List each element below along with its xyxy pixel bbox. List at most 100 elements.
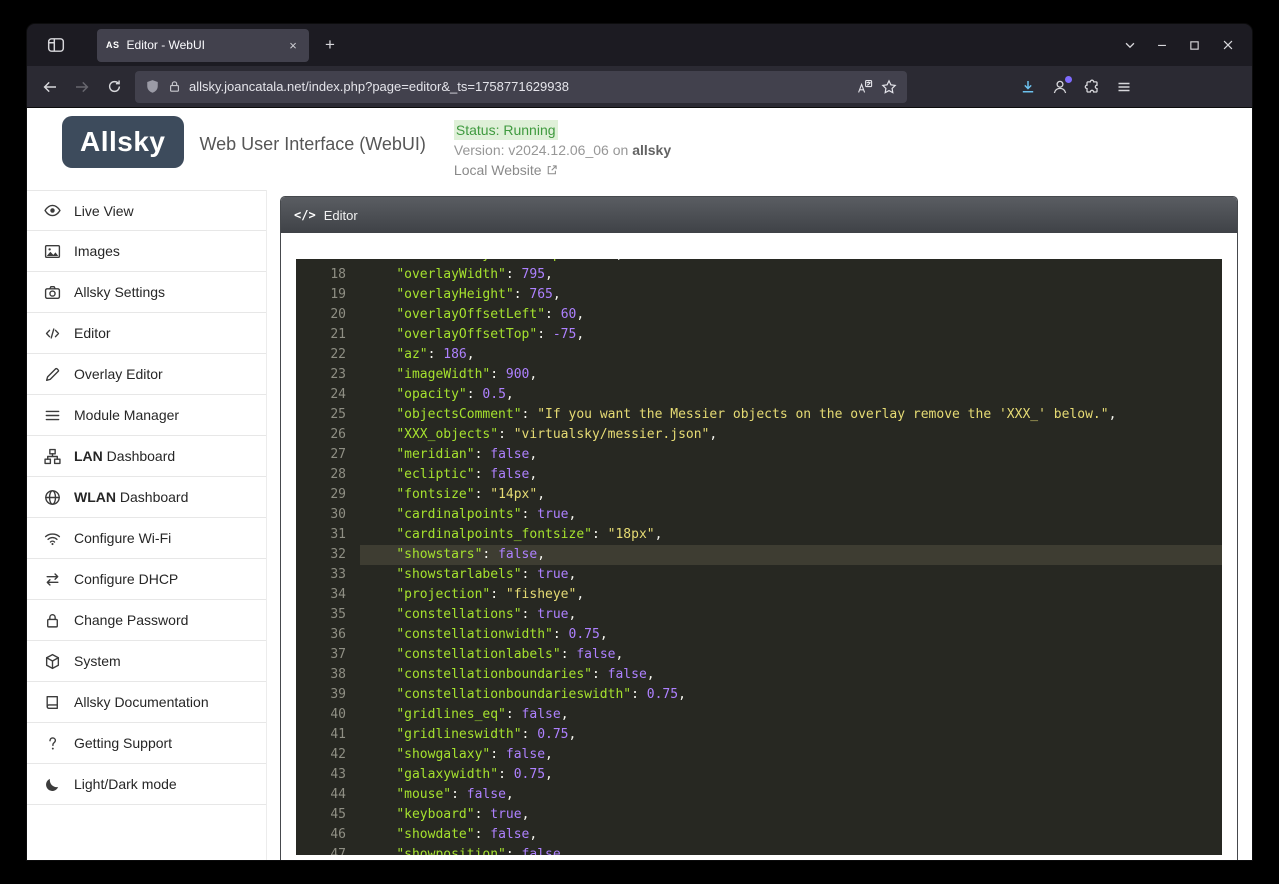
sidebar-item-editor[interactable]: Editor xyxy=(27,313,266,354)
sidebar-item-configure-wi-fi[interactable]: Configure Wi-Fi xyxy=(27,518,266,559)
version-on: on xyxy=(613,142,629,158)
tab-close-icon[interactable]: × xyxy=(284,36,302,54)
sidebar-item-label: Change Password xyxy=(74,612,188,628)
code-line-37[interactable]: 37 "constellationlabels": false, xyxy=(296,645,1222,665)
sidebar-item-light-dark-mode[interactable]: Light/Dark mode xyxy=(27,764,266,805)
code-line-45[interactable]: 45 "keyboard": true, xyxy=(296,805,1222,825)
sidebar-item-change-password[interactable]: Change Password xyxy=(27,600,266,641)
code-icon: </> xyxy=(294,208,316,222)
sidebar-item-label: Live View xyxy=(74,203,134,219)
code-editor[interactable]: 17 "showOverlayAtStartup": true,18 "over… xyxy=(296,259,1222,855)
code-text: "objectsComment": "If you want the Messi… xyxy=(360,405,1222,425)
sidebar: Live View ImagesAllsky Settings Editor Over… xyxy=(27,190,267,860)
code-line-43[interactable]: 43 "galaxywidth": 0.75, xyxy=(296,765,1222,785)
code-line-33[interactable]: 33 "showstarlabels": true, xyxy=(296,565,1222,585)
sidebar-item-lan-dashboard[interactable]: LAN Dashboard xyxy=(27,436,266,477)
external-link-icon xyxy=(546,164,558,176)
translate-icon[interactable] xyxy=(857,79,873,95)
line-number: 32 xyxy=(296,545,360,565)
status-badge: Status: Running xyxy=(454,120,558,140)
tracking-protection-shield-icon[interactable] xyxy=(145,79,160,94)
sidebar-item-allsky-documentation[interactable]: Allsky Documentation xyxy=(27,682,266,723)
local-website-link[interactable]: Local Website xyxy=(454,160,671,180)
code-text: "gridlineswidth": 0.75, xyxy=(360,725,1222,745)
url-bar[interactable]: allsky.joancatala.net/index.php?page=edi… xyxy=(135,71,907,103)
code-line-46[interactable]: 46 "showdate": false, xyxy=(296,825,1222,845)
list-all-tabs-chevron-icon[interactable] xyxy=(1115,30,1145,60)
code-line-26[interactable]: 26 "XXX_objects": "virtualsky/messier.js… xyxy=(296,425,1222,445)
new-tab-button[interactable]: + xyxy=(315,30,345,60)
code-line-47[interactable]: 47 "showposition": false, xyxy=(296,845,1222,855)
code-line-19[interactable]: 19 "overlayHeight": 765, xyxy=(296,285,1222,305)
menu-hamburger-icon[interactable] xyxy=(1109,72,1139,102)
tab-title: Editor - WebUI xyxy=(127,38,277,52)
line-number: 33 xyxy=(296,565,360,585)
forward-icon[interactable] xyxy=(67,72,97,102)
code-line-29[interactable]: 29 "fontsize": "14px", xyxy=(296,485,1222,505)
browser-tab[interactable]: AS Editor - WebUI × xyxy=(97,29,309,62)
sidebar-item-allsky-settings[interactable]: Allsky Settings xyxy=(27,272,266,313)
code-line-40[interactable]: 40 "gridlines_eq": false, xyxy=(296,705,1222,725)
code-text: "overlayOffsetTop": -75, xyxy=(360,325,1222,345)
code-text: "fontsize": "14px", xyxy=(360,485,1222,505)
code-line-32[interactable]: 32 "showstars": false, xyxy=(296,545,1222,565)
code-line-22[interactable]: 22 "az": 186, xyxy=(296,345,1222,365)
line-number: 20 xyxy=(296,305,360,325)
line-number: 47 xyxy=(296,845,360,855)
sidebar-item-wlan-dashboard[interactable]: WLAN Dashboard xyxy=(27,477,266,518)
code-line-41[interactable]: 41 "gridlineswidth": 0.75, xyxy=(296,725,1222,745)
sidebar-item-getting-support[interactable]: Getting Support xyxy=(27,723,266,764)
code-text: "overlayWidth": 795, xyxy=(360,265,1222,285)
eye-icon xyxy=(44,202,61,219)
firefox-view-icon[interactable] xyxy=(41,30,71,60)
sidebar-item-system[interactable]: System xyxy=(27,641,266,682)
sidebar-item-live-view[interactable]: Live View xyxy=(27,190,266,231)
code-text: "ecliptic": false, xyxy=(360,465,1222,485)
code-line-21[interactable]: 21 "overlayOffsetTop": -75, xyxy=(296,325,1222,345)
code-line-24[interactable]: 24 "opacity": 0.5, xyxy=(296,385,1222,405)
maximize-button[interactable] xyxy=(1178,24,1211,66)
code-line-44[interactable]: 44 "mouse": false, xyxy=(296,785,1222,805)
https-lock-icon[interactable] xyxy=(168,80,181,93)
code-text: "overlayHeight": 765, xyxy=(360,285,1222,305)
code-line-23[interactable]: 23 "imageWidth": 900, xyxy=(296,365,1222,385)
code-line-28[interactable]: 28 "ecliptic": false, xyxy=(296,465,1222,485)
code-line-31[interactable]: 31 "cardinalpoints_fontsize": "18px", xyxy=(296,525,1222,545)
code-line-38[interactable]: 38 "constellationboundaries": false, xyxy=(296,665,1222,685)
code-text: "showdate": false, xyxy=(360,825,1222,845)
allsky-logo[interactable]: Allsky xyxy=(62,116,184,168)
exchange-icon xyxy=(44,571,61,588)
code-line-35[interactable]: 35 "constellations": true, xyxy=(296,605,1222,625)
sidebar-item-images[interactable]: Images xyxy=(27,231,266,272)
back-icon[interactable] xyxy=(35,72,65,102)
extensions-puzzle-icon[interactable] xyxy=(1077,72,1107,102)
code-line-20[interactable]: 20 "overlayOffsetLeft": 60, xyxy=(296,305,1222,325)
bookmark-star-icon[interactable] xyxy=(881,79,897,95)
line-number: 40 xyxy=(296,705,360,725)
code-line-39[interactable]: 39 "constellationboundarieswidth": 0.75, xyxy=(296,685,1222,705)
code-text: "overlayOffsetLeft": 60, xyxy=(360,305,1222,325)
close-window-button[interactable] xyxy=(1211,24,1244,66)
downloads-icon[interactable] xyxy=(1013,72,1043,102)
sidebar-item-module-manager[interactable]: Module Manager xyxy=(27,395,266,436)
reload-icon[interactable] xyxy=(99,72,129,102)
sidebar-item-overlay-editor[interactable]: Overlay Editor xyxy=(27,354,266,395)
sidebar-item-label: Editor xyxy=(74,325,111,341)
question-icon xyxy=(44,735,61,752)
account-icon[interactable] xyxy=(1045,72,1075,102)
code-line-34[interactable]: 34 "projection": "fisheye", xyxy=(296,585,1222,605)
url-input[interactable]: allsky.joancatala.net/index.php?page=edi… xyxy=(189,79,849,94)
code-line-42[interactable]: 42 "showgalaxy": false, xyxy=(296,745,1222,765)
minimize-button[interactable] xyxy=(1145,24,1178,66)
sidebar-item-label: Overlay Editor xyxy=(74,366,163,382)
code-line-25[interactable]: 25 "objectsComment": "If you want the Me… xyxy=(296,405,1222,425)
code-line-36[interactable]: 36 "constellationwidth": 0.75, xyxy=(296,625,1222,645)
sidebar-item-configure-dhcp[interactable]: Configure DHCP xyxy=(27,559,266,600)
code-line-18[interactable]: 18 "overlayWidth": 795, xyxy=(296,265,1222,285)
line-number: 26 xyxy=(296,425,360,445)
camera-icon xyxy=(44,284,61,301)
code-line-27[interactable]: 27 "meridian": false, xyxy=(296,445,1222,465)
line-number: 44 xyxy=(296,785,360,805)
sidebar-item-label: Light/Dark mode xyxy=(74,776,177,792)
code-line-30[interactable]: 30 "cardinalpoints": true, xyxy=(296,505,1222,525)
